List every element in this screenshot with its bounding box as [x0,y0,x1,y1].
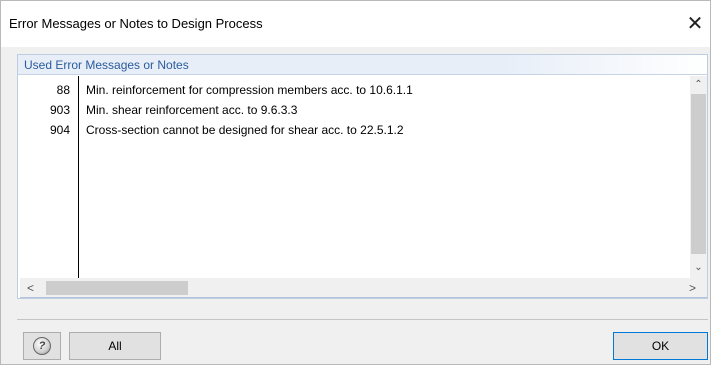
message-text: Cross-section cannot be designed for she… [86,123,404,137]
group-header: Used Error Messages or Notes [18,55,707,75]
scroll-down-icon[interactable]: ⌄ [690,259,707,276]
message-number: 88 [56,83,70,97]
scroll-right-icon[interactable]: > [684,278,701,298]
list-item[interactable]: 904 Cross-section cannot be designed for… [20,119,690,139]
divider [17,319,708,320]
close-icon: ✕ [686,12,704,35]
scroll-left-icon[interactable]: < [22,278,39,298]
ok-button[interactable]: OK [613,332,708,360]
help-icon: ? [33,337,51,355]
message-number: 904 [49,123,70,137]
message-number: 903 [49,103,70,117]
dialog-title: Error Messages or Notes to Design Proces… [9,16,263,31]
scroll-up-icon[interactable]: ⌃ [690,76,707,93]
message-text: Min. reinforcement for compression membe… [86,83,413,97]
horizontal-scrollbar[interactable]: < > [20,278,707,298]
horizontal-scroll-thumb[interactable] [46,281,188,295]
close-button[interactable]: ✕ [680,7,710,39]
help-button[interactable]: ? [23,332,61,360]
vertical-scrollbar[interactable]: ⌃ ⌄ [690,76,707,278]
list-item[interactable]: 903 Min. shear reinforcement acc. to 9.6… [20,99,690,119]
group-title: Used Error Messages or Notes [24,58,189,72]
all-button[interactable]: All [69,332,161,360]
messages-list[interactable]: 88 Min. reinforcement for compression me… [20,76,707,278]
list-item[interactable]: 88 Min. reinforcement for compression me… [20,79,690,99]
title-bar: Error Messages or Notes to Design Proces… [1,1,710,47]
vertical-scroll-thumb[interactable] [691,94,706,254]
message-text: Min. shear reinforcement acc. to 9.6.3.3 [86,103,298,117]
messages-group: Used Error Messages or Notes 88 Min. rei… [17,54,708,299]
dialog-window: Error Messages or Notes to Design Proces… [0,0,711,365]
